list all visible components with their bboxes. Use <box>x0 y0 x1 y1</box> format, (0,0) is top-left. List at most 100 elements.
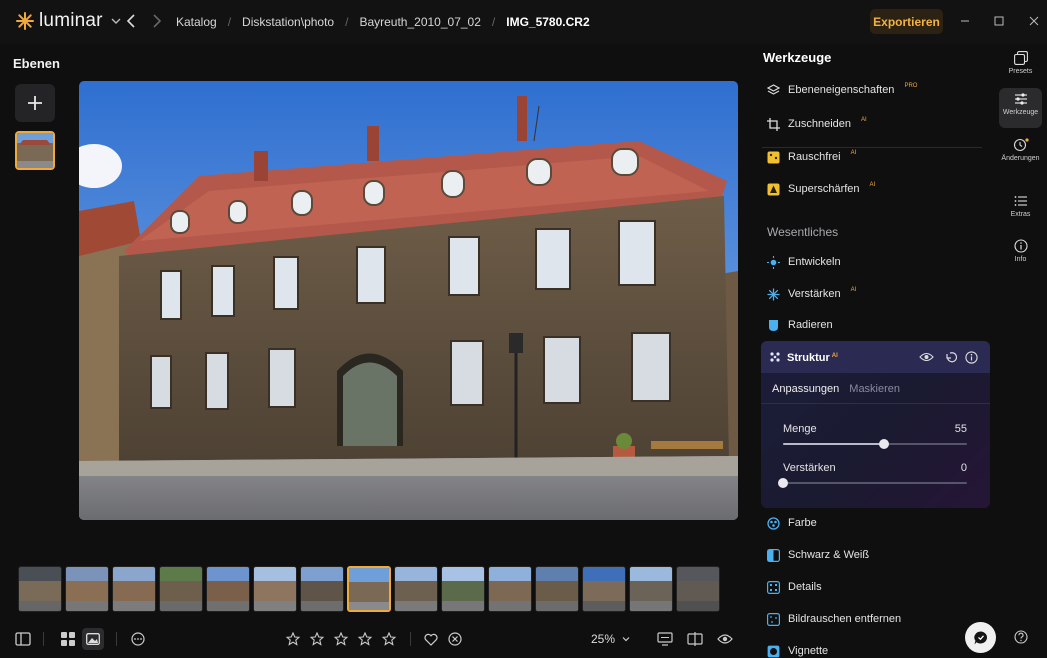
rating-star-4[interactable] <box>354 628 376 650</box>
tool-details[interactable]: Details <box>767 576 822 598</box>
filmstrip-thumbnail[interactable] <box>18 566 62 612</box>
tool-label: Rauschfrei <box>788 151 841 163</box>
close-button[interactable] <box>1025 12 1043 30</box>
rating-star-2[interactable] <box>306 628 328 650</box>
rail-extras[interactable]: Extras <box>999 190 1042 230</box>
chat-assistant-button[interactable] <box>965 622 996 653</box>
tool-superschaerfen[interactable]: Superschärfen AI <box>767 178 875 200</box>
rail-presets[interactable]: Presets <box>999 47 1042 87</box>
tool-label: Bildrauschen entfernen <box>788 613 902 625</box>
tool-entwickeln[interactable]: Entwickeln <box>767 251 841 273</box>
history-icon <box>1013 138 1029 152</box>
compare-button[interactable] <box>684 628 706 650</box>
thumbnail-image <box>583 567 625 611</box>
filmstrip-thumbnail[interactable] <box>676 566 720 612</box>
tool-rauschfrei[interactable]: Rauschfrei AI <box>767 146 856 168</box>
thumbnail-image <box>254 567 296 611</box>
layer-thumbnail[interactable] <box>15 131 55 170</box>
monitor-icon <box>657 632 673 646</box>
thumbnail-image <box>630 567 672 611</box>
filmstrip-thumbnail[interactable] <box>159 566 203 612</box>
toggle-panel-button[interactable] <box>12 628 34 650</box>
tool-ebeneneigenschaften[interactable]: Ebeneneigenschaften PRO <box>767 79 917 101</box>
tool-bildrauschen-entfernen[interactable]: Bildrauschen entfernen <box>767 608 901 630</box>
tool-label: Farbe <box>788 517 817 529</box>
filmstrip-thumbnail[interactable] <box>488 566 532 612</box>
rail-label: Info <box>1014 256 1027 263</box>
menge-slider-handle[interactable] <box>879 439 890 449</box>
thumbnail-image <box>395 567 437 611</box>
main-photo[interactable] <box>79 81 738 520</box>
preview-mode-button[interactable] <box>654 628 676 650</box>
filmstrip-thumbnail[interactable] <box>253 566 297 612</box>
tool-farbe[interactable]: Farbe <box>767 512 817 534</box>
tool-schwarz-weiss[interactable]: Schwarz & Weiß <box>767 544 869 566</box>
export-button[interactable]: Exportieren <box>870 9 943 34</box>
app-logo[interactable]: luminar <box>16 10 122 32</box>
filmstrip-thumbnail[interactable] <box>582 566 626 612</box>
breadcrumb-item[interactable]: Katalog <box>176 15 217 29</box>
toggle-edits-button[interactable] <box>714 628 736 650</box>
add-layer-button[interactable] <box>15 84 55 122</box>
tool-verstaerken[interactable]: Verstärken AI <box>767 283 856 305</box>
breadcrumb-item[interactable]: Diskstation\photo <box>242 15 334 29</box>
filmstrip-thumbnail[interactable] <box>65 566 109 612</box>
layers-icon <box>767 83 780 97</box>
rail-aenderungen[interactable]: Änderungen <box>999 134 1042 174</box>
breadcrumb-item[interactable]: Bayreuth_2010_07_02 <box>359 15 480 29</box>
zoom-control[interactable]: 25% <box>591 632 631 646</box>
toolbar-separator <box>410 632 411 646</box>
toolbar-separator <box>116 632 117 646</box>
tab-maskieren[interactable]: Maskieren <box>849 383 900 395</box>
maximize-button[interactable] <box>990 12 1008 30</box>
photo-canvas <box>79 81 738 520</box>
list-icon <box>1014 196 1027 206</box>
rating-star-5[interactable] <box>378 628 400 650</box>
forward-arrow-icon[interactable] <box>148 13 164 29</box>
tool-label: Radieren <box>788 319 833 331</box>
filmstrip-thumbnail[interactable] <box>206 566 250 612</box>
filmstrip-thumbnail[interactable] <box>394 566 438 612</box>
layers-title: Ebenen <box>13 56 60 71</box>
eye-icon <box>717 634 733 644</box>
toggle-visibility-button[interactable] <box>918 349 934 365</box>
app-name: luminar <box>39 10 103 31</box>
breadcrumb-separator: / <box>345 15 349 29</box>
tab-anpassungen[interactable]: Anpassungen <box>772 383 839 395</box>
tool-zuschneiden[interactable]: Zuschneiden AI <box>767 113 867 135</box>
rail-werkzeuge[interactable]: Werkzeuge <box>999 88 1042 128</box>
filmstrip-thumbnail[interactable] <box>300 566 344 612</box>
filmstrip-thumbnail[interactable] <box>441 566 485 612</box>
eraser-icon <box>767 319 780 332</box>
single-view-button[interactable] <box>82 628 104 650</box>
reset-button[interactable] <box>942 349 958 365</box>
verstaerken-slider-track[interactable] <box>783 482 967 484</box>
reject-button[interactable] <box>444 628 466 650</box>
menge-slider-fill <box>783 443 885 445</box>
tool-label: Verstärken <box>788 288 841 300</box>
rail-info[interactable]: Info <box>999 235 1042 275</box>
back-arrow-icon[interactable] <box>124 13 140 29</box>
grid-view-button[interactable] <box>57 628 79 650</box>
filmstrip-thumbnail[interactable] <box>629 566 673 612</box>
ai-badge: AI <box>869 182 876 188</box>
tool-info-button[interactable] <box>963 349 979 365</box>
verstaerken-slider-handle[interactable] <box>778 478 788 488</box>
more-button[interactable] <box>127 628 149 650</box>
section-essentials: Wesentliches <box>767 225 839 239</box>
filmstrip-thumbnail[interactable] <box>347 566 391 612</box>
rating-star-3[interactable] <box>330 628 352 650</box>
structure-title: Struktur AI <box>787 352 838 364</box>
star-icon <box>334 632 348 646</box>
tool-radieren[interactable]: Radieren <box>767 314 833 336</box>
rating-star-1[interactable] <box>282 628 304 650</box>
tool-vignette[interactable]: Vignette <box>767 640 828 658</box>
favorite-button[interactable] <box>420 628 442 650</box>
help-button[interactable] <box>1012 628 1030 646</box>
bw-icon <box>767 548 780 562</box>
filmstrip-thumbnail[interactable] <box>112 566 156 612</box>
denoise-icon <box>767 612 780 626</box>
filmstrip-thumbnail[interactable] <box>535 566 579 612</box>
tool-label: Vignette <box>788 645 829 657</box>
minimize-button[interactable] <box>956 12 974 30</box>
